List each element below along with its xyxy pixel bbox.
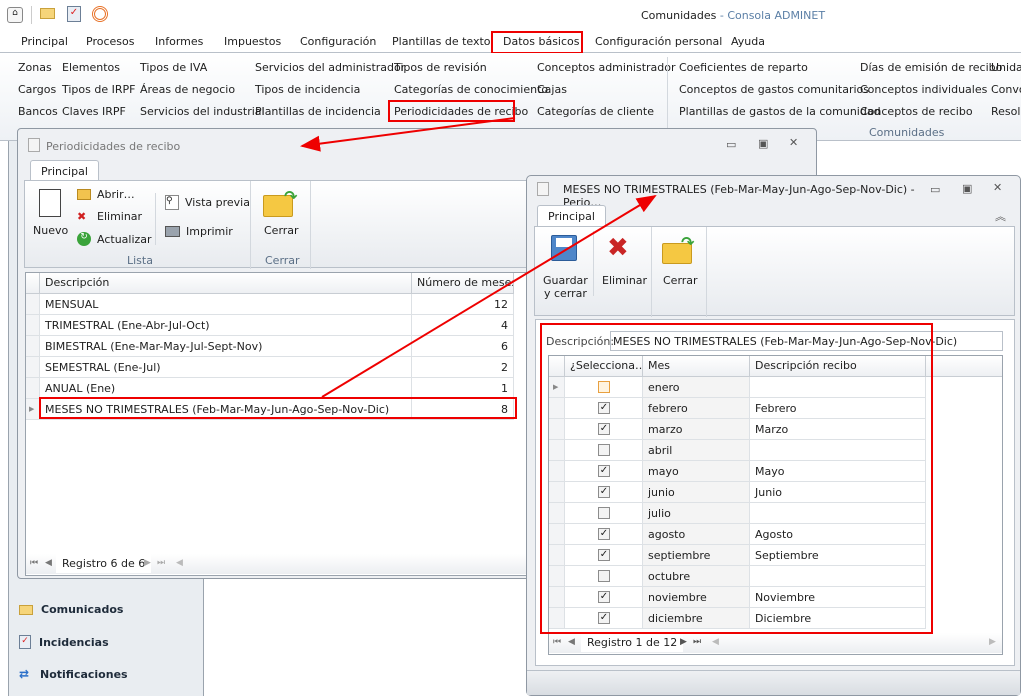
annotation-arrows — [300, 117, 657, 398]
arrow-to-detail — [321, 194, 657, 398]
arrow-to-window — [300, 117, 516, 152]
